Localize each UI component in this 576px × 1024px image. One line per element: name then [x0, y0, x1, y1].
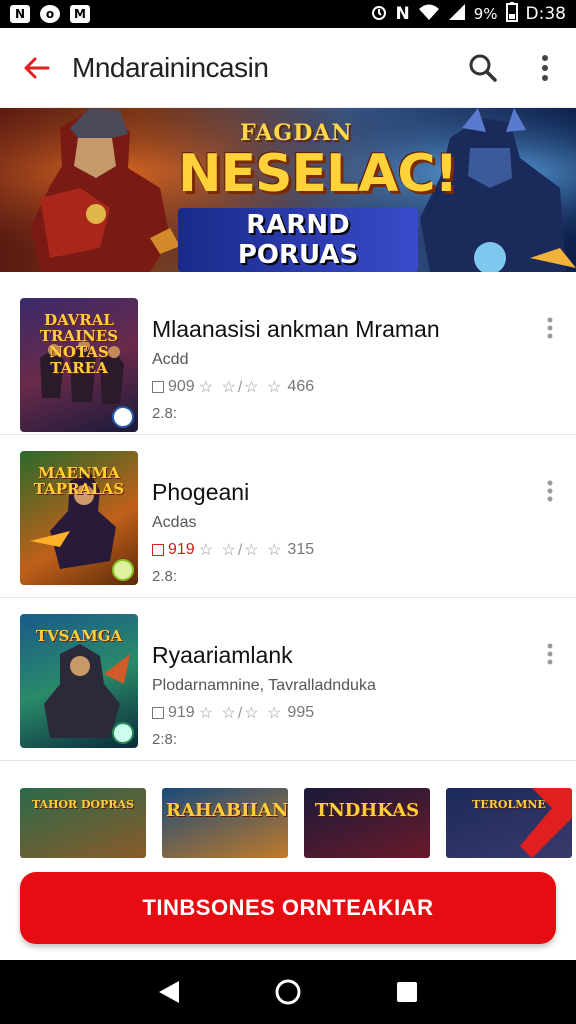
thumbnail-title: MAENMA TAPRALAS [33, 464, 125, 498]
home-circle-icon [275, 979, 301, 1005]
status-bar: N o M N 9% D:38 [0, 0, 576, 28]
thumbnail-badge-icon [112, 406, 134, 428]
item-more-button[interactable] [538, 479, 562, 503]
recents-square-icon [396, 982, 417, 1002]
item-more-button[interactable] [538, 316, 562, 340]
app-size: 2.8: [152, 405, 178, 422]
recommended-tile[interactable]: TAHOR DOPRAS [20, 788, 146, 858]
price-tag-icon [152, 544, 164, 556]
app-genre: Acdd [152, 351, 189, 368]
banner-subtitle: RARND PORUAS [178, 208, 418, 272]
promo-banner[interactable]: FAGDAN NESELAC! RARND PORUAS [0, 108, 576, 272]
thumbnail-title: TVSAMGA [35, 627, 123, 645]
app-meta: 909 ☆ ☆/☆ ☆ 466 [152, 377, 440, 397]
search-button[interactable] [452, 28, 514, 108]
app-thumbnail: DAVRAL TRAINES NOTAS TAREA [20, 298, 138, 432]
share-arrow-icon [520, 788, 572, 858]
tile-title: RAHABIIAN [166, 800, 288, 821]
battery-percent: 9% [473, 5, 498, 23]
price-tag-icon [152, 707, 164, 719]
wifi-icon [418, 3, 440, 26]
back-arrow-icon [24, 57, 50, 78]
notification-icon-n: N [10, 5, 30, 23]
thumbnail-badge-icon [112, 559, 134, 581]
page-title: Mndarainincasin [72, 51, 269, 83]
app-bar: Mndarainincasin [0, 28, 576, 108]
system-nav-bar [0, 960, 576, 1024]
app-list: DAVRAL TRAINES NOTAS TAREA Mlaanasisi an… [0, 272, 576, 761]
install-button[interactable]: TINBSONES ORNTEAKIAR [20, 872, 556, 944]
notification-icon-circle: o [40, 5, 60, 23]
nav-back-button[interactable] [149, 972, 189, 1012]
app-price: 919 [168, 541, 195, 558]
thumbnail-badge-icon [112, 722, 134, 744]
app-thumbnail: MAENMA TAPRALAS [20, 451, 138, 585]
recommended-tile[interactable]: RAHABIIAN [162, 788, 288, 858]
app-size: 2.8: [152, 568, 178, 585]
recommended-strip: TAHOR DOPRAS RAHABIIAN TNDHKAS TEROLMNE [0, 788, 576, 858]
notification-icon-m: M [70, 5, 90, 23]
rating-stars: ☆ ☆/☆ ☆ [198, 542, 284, 559]
price-tag-icon [152, 381, 164, 393]
battery-icon [505, 1, 518, 27]
app-meta: 919 ☆ ☆/☆ ☆ 315 [152, 540, 314, 560]
tile-title: TNDHKAS [314, 800, 420, 821]
banner-headline: NESELAC! [178, 144, 458, 204]
search-icon [469, 54, 497, 82]
app-genre: Plodarnamnine, Tavralladnduka [152, 677, 376, 694]
tile-title: TAHOR DOPRAS [31, 798, 135, 811]
more-vert-icon [547, 480, 553, 502]
clock: D:38 [525, 4, 566, 24]
more-vert-icon [547, 317, 553, 339]
review-count: 466 [287, 378, 315, 395]
more-vert-icon [547, 643, 553, 665]
app-thumbnail: TVSAMGA [20, 614, 138, 748]
app-name: Phogeani [152, 479, 250, 505]
recommended-tile[interactable]: TNDHKAS [304, 788, 430, 858]
app-name: Ryaariamlank [152, 642, 293, 668]
rating-stars: ☆ ☆/☆ ☆ [198, 705, 284, 722]
rating-stars: ☆ ☆/☆ ☆ [198, 379, 284, 396]
app-meta: 919 ☆ ☆/☆ ☆ 995 [152, 703, 376, 723]
nav-home-button[interactable] [268, 972, 308, 1012]
nfc-icon: N [395, 4, 410, 24]
back-triangle-icon [159, 981, 180, 1003]
app-genre: Acdas [152, 514, 197, 531]
list-item[interactable]: TVSAMGA Ryaariamlank Plodarnamnine, Tavr… [0, 598, 576, 761]
more-vert-icon [542, 54, 548, 81]
thumbnail-title: DAVRAL TRAINES NOTAS TAREA [39, 311, 119, 377]
nav-recents-button[interactable] [387, 972, 427, 1012]
alarm-icon [370, 3, 388, 26]
app-price: 909 [168, 378, 195, 395]
review-count: 315 [287, 541, 315, 558]
signal-icon [448, 3, 466, 26]
overflow-menu-button[interactable] [514, 28, 576, 108]
app-price: 919 [168, 704, 195, 721]
app-size: 2:8: [152, 731, 178, 748]
list-item[interactable]: DAVRAL TRAINES NOTAS TAREA Mlaanasisi an… [0, 272, 576, 435]
item-more-button[interactable] [538, 642, 562, 666]
review-count: 995 [287, 704, 315, 721]
list-item[interactable]: MAENMA TAPRALAS Phogeani Acdas 919 ☆ ☆/☆… [0, 435, 576, 598]
app-name: Mlaanasisi ankman Mraman [152, 316, 440, 342]
banner-top-text: FAGDAN [240, 120, 353, 146]
recommended-tile[interactable]: TEROLMNE [446, 788, 572, 858]
back-button[interactable] [0, 28, 72, 108]
